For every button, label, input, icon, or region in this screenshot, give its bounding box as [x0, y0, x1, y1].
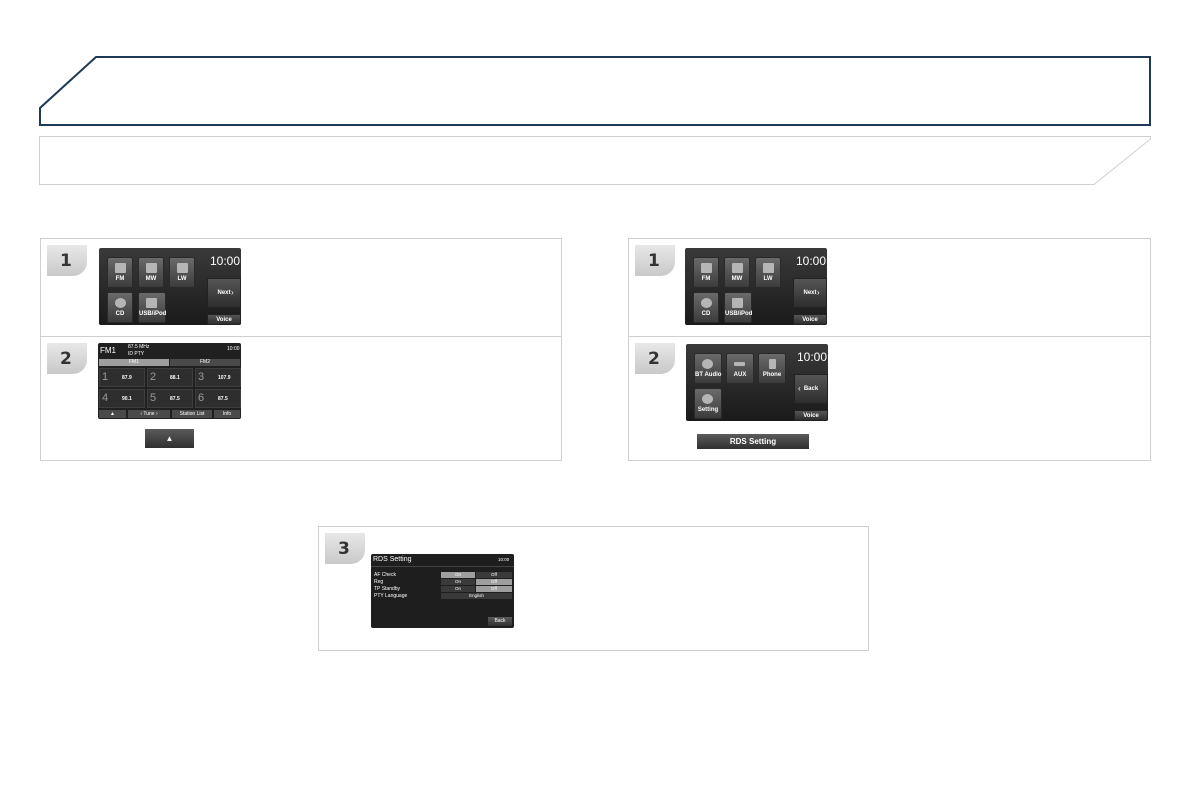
preset-frequency: 90.1 [122, 396, 132, 402]
preset-number: 6 [198, 392, 205, 404]
radio-icon [115, 263, 126, 273]
tp-standby-off[interactable]: Off [476, 586, 512, 592]
preset-frequency: 107.9 [218, 375, 231, 381]
fm-radio-screen: FM1 87.5 MHz ID PTY 10:00 FM1 FM2 1 87.9 2… [98, 343, 241, 419]
mw-tile[interactable]: MW [138, 257, 164, 288]
clock: 10:00 [796, 254, 827, 268]
back-button[interactable]: Back [488, 617, 512, 626]
setting-tile[interactable]: Setting [694, 388, 722, 419]
step-badge: 1 [635, 245, 675, 276]
radio-icon [146, 263, 157, 273]
preset-button[interactable]: 3 107.9 [195, 368, 241, 387]
preset-button[interactable]: 2 88.1 [147, 368, 193, 387]
reg-on[interactable]: On [441, 579, 475, 585]
voice-button[interactable]: Voice [794, 410, 828, 421]
band-label: FM1 [100, 346, 116, 355]
phone-icon [769, 359, 776, 369]
right-procedure-panel: 1 2 FM MW LW CD USB/iPod 10:00 Next › Vo… [628, 238, 1151, 461]
info-button[interactable]: Info [214, 410, 240, 418]
disc-icon [701, 298, 712, 308]
lw-tile[interactable]: LW [169, 257, 195, 288]
chevron-right-icon: › [817, 288, 820, 297]
bluetooth-icon [702, 359, 713, 369]
next-button[interactable]: Next [793, 278, 827, 308]
preset-button[interactable]: 6 87.5 [195, 389, 241, 408]
preset-frequency: 87.9 [122, 375, 132, 381]
radio-icon [701, 263, 712, 273]
step-badge: 1 [47, 245, 87, 276]
clock: 10:00 [227, 346, 240, 352]
frequency-label: 87.5 MHz [128, 344, 150, 350]
step3-procedure-panel: 3 RDS Setting 10:00 AF Check On Off Reg … [318, 526, 869, 651]
rds-setting-screen: RDS Setting 10:00 AF Check On Off Reg On… [371, 554, 514, 628]
pty-language-select[interactable]: English [441, 593, 512, 599]
aux-tile[interactable]: AUX [726, 353, 754, 384]
tab-fm1[interactable]: FM1 [99, 359, 169, 366]
clock: 10:00 [498, 557, 510, 562]
usb-icon [146, 298, 157, 308]
title-divider [371, 566, 514, 567]
tune-button[interactable]: ‹ Tune › [128, 410, 170, 418]
title-banner [39, 56, 1151, 126]
pty-language-label: PTY Language [374, 593, 408, 599]
step-badge: 2 [635, 343, 675, 374]
radio-icon [177, 263, 188, 273]
radio-icon [732, 263, 743, 273]
bt-audio-tile[interactable]: BT Audio [694, 353, 722, 384]
station-list-button[interactable]: Station List [172, 410, 212, 418]
cd-tile[interactable]: CD [693, 292, 719, 323]
clock: 10:00 [210, 254, 241, 268]
disc-icon [115, 298, 126, 308]
cd-tile[interactable]: CD [107, 292, 133, 323]
mw-tile[interactable]: MW [724, 257, 750, 288]
preset-number: 2 [150, 371, 157, 383]
af-check-on[interactable]: On [441, 572, 475, 578]
clock: 10:00 [797, 350, 828, 364]
preset-button[interactable]: 1 87.9 [99, 368, 145, 387]
settings-menu-screen: BT Audio AUX Phone Setting 10:00 Back ‹ … [686, 344, 828, 421]
voice-button[interactable]: Voice [793, 314, 827, 325]
subtitle-banner [39, 136, 1151, 185]
preset-frequency: 88.1 [170, 375, 180, 381]
fm-tile[interactable]: FM [693, 257, 719, 288]
source-menu-screen: FM MW LW CD USB/iPod 10:00 Next › Voice [685, 248, 827, 325]
source-menu-screen: FM MW LW CD USB/iPod 10:00 Next › Voice [99, 248, 241, 325]
usb-ipod-tile[interactable]: USB/iPod [724, 292, 752, 323]
chevron-right-icon: › [231, 288, 234, 297]
preset-button[interactable]: 5 87.5 [147, 389, 193, 408]
left-procedure-panel: 1 2 FM MW LW CD USB/iPod 10:00 Next › Vo… [40, 238, 562, 461]
up-arrow-button[interactable]: ▲ [145, 429, 194, 448]
reg-label: Reg [374, 579, 384, 585]
pty-label: ID PTY [128, 351, 145, 357]
af-check-label: AF Check [374, 572, 396, 578]
cable-icon [734, 362, 745, 366]
lw-tile[interactable]: LW [755, 257, 781, 288]
chevron-left-icon: ‹ [798, 384, 801, 393]
preset-number: 4 [102, 392, 109, 404]
rds-setting-button[interactable]: RDS Setting [697, 434, 809, 449]
preset-number: 1 [102, 371, 109, 383]
preset-frequency: 87.5 [218, 396, 228, 402]
preset-number: 5 [150, 392, 157, 404]
gear-icon [702, 394, 713, 404]
preset-number: 3 [198, 371, 205, 383]
tp-standby-label: TP Standby [374, 586, 401, 592]
screen-title: RDS Setting [373, 556, 412, 563]
up-button[interactable]: ▲ [99, 410, 126, 418]
fm-tile[interactable]: FM [107, 257, 133, 288]
radio-icon [763, 263, 774, 273]
step-badge: 2 [47, 343, 87, 374]
af-check-off[interactable]: Off [476, 572, 512, 578]
tab-fm2[interactable]: FM2 [170, 359, 240, 366]
tp-standby-on[interactable]: On [441, 586, 475, 592]
preset-button[interactable]: 4 90.1 [99, 389, 145, 408]
phone-tile[interactable]: Phone [758, 353, 786, 384]
voice-button[interactable]: Voice [207, 314, 241, 325]
preset-frequency: 87.5 [170, 396, 180, 402]
step-badge: 3 [325, 533, 365, 564]
usb-ipod-tile[interactable]: USB/iPod [138, 292, 166, 323]
next-button[interactable]: Next [207, 278, 241, 308]
reg-off[interactable]: Off [476, 579, 512, 585]
usb-icon [732, 298, 743, 308]
